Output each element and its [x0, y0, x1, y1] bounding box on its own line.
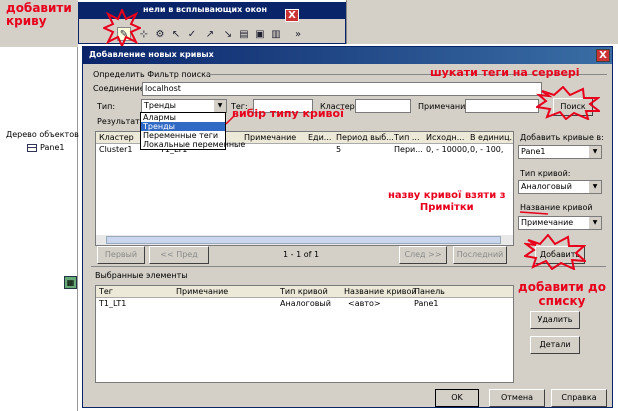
- annotation-arrows: [225, 115, 549, 215]
